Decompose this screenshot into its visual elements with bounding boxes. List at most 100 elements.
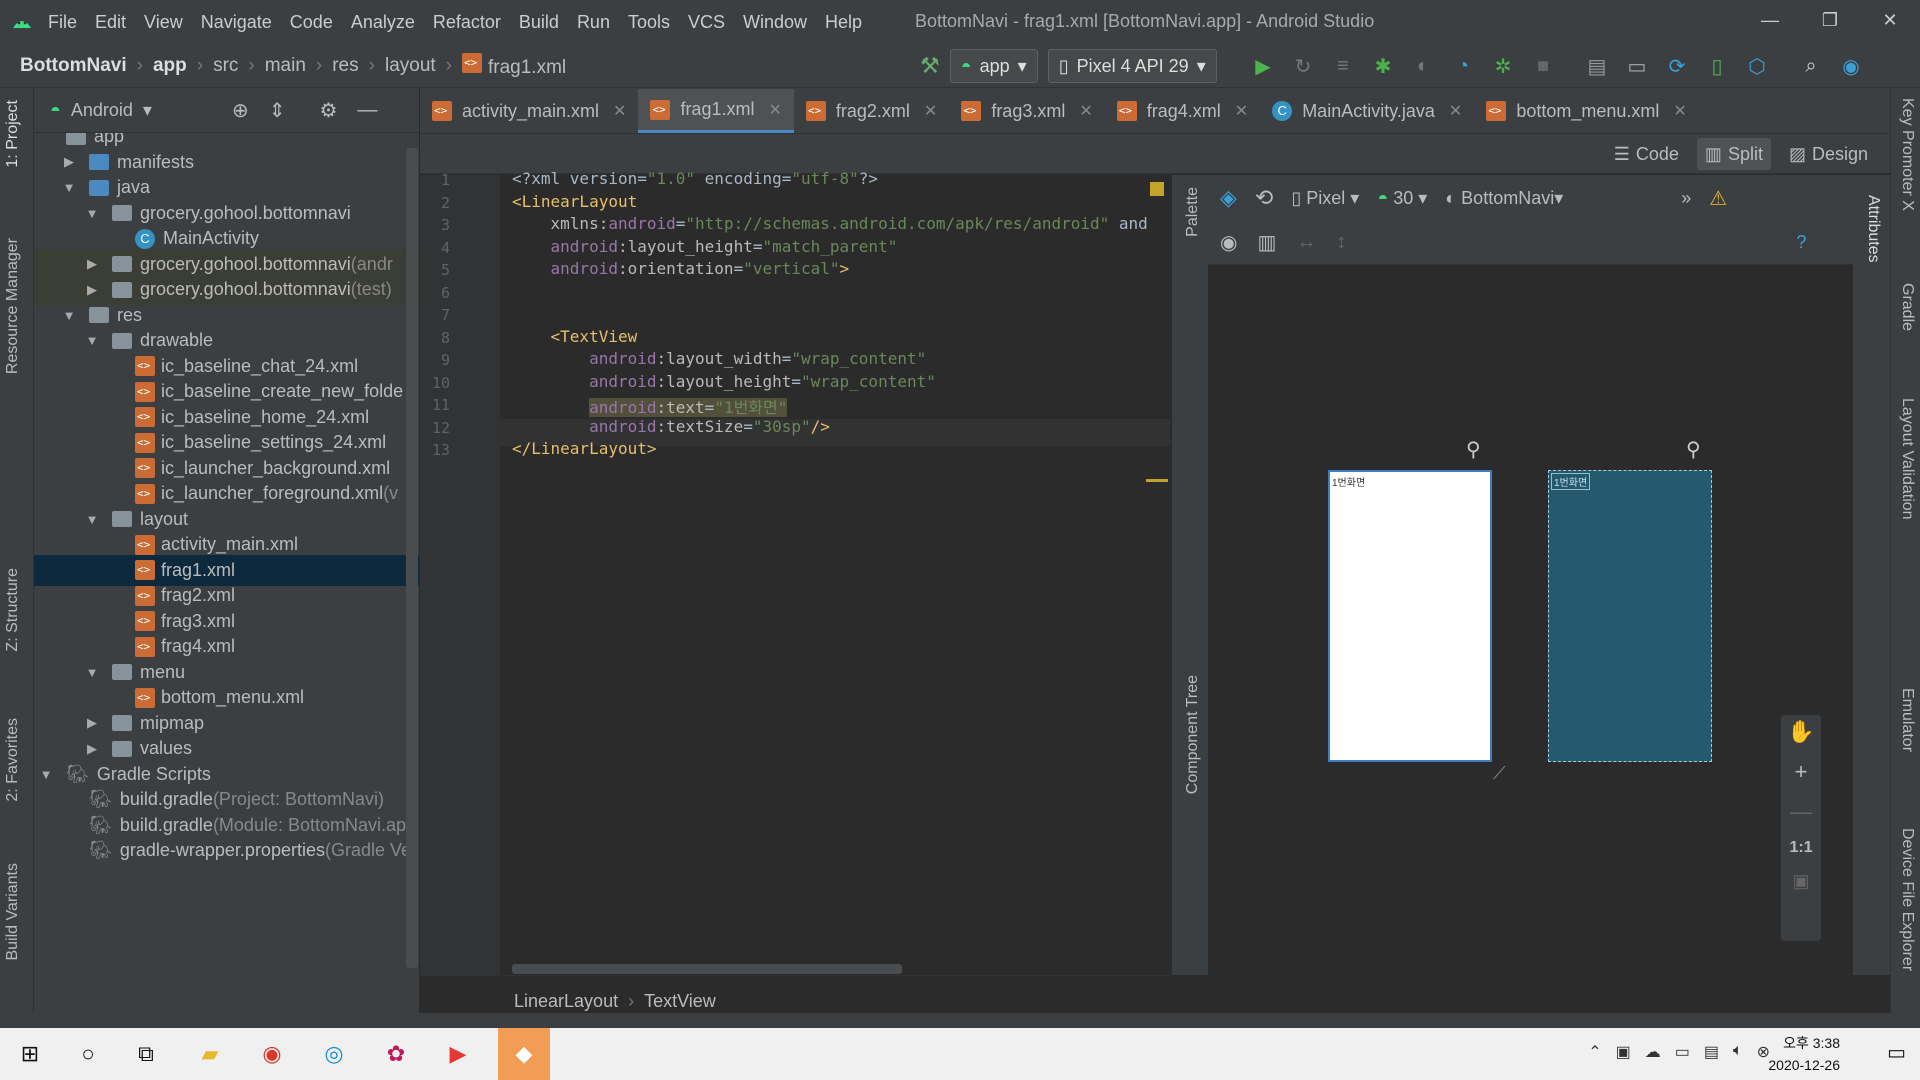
expanded-arrow-icon[interactable]: ▼ (38, 767, 54, 782)
tool-tab-project[interactable]: 1: Project (4, 100, 22, 168)
zoom-actual-size[interactable]: 1:1 (1789, 839, 1812, 857)
locate-icon[interactable]: ⊕ (232, 98, 249, 123)
close-tab-icon[interactable]: ✕ (1673, 101, 1686, 121)
warning-marker-icon[interactable] (1150, 182, 1164, 196)
resize-handle-icon[interactable]: ⟋ (1493, 763, 1506, 784)
zoom-out-icon[interactable]: — (1790, 799, 1812, 825)
palette-tab[interactable]: Palette (1184, 187, 1202, 237)
more-icon[interactable]: » (1681, 188, 1691, 209)
code-line[interactable]: <TextView (512, 327, 638, 346)
zoom-in-icon[interactable]: + (1795, 759, 1808, 785)
orientation-icon[interactable]: ⟲ (1255, 185, 1273, 211)
preview-textview[interactable]: 1번화면 (1332, 474, 1365, 489)
crumb-textview[interactable]: TextView (644, 991, 716, 1012)
editor-horizontal-scrollbar[interactable] (512, 964, 902, 974)
horizontal-resize-icon[interactable]: ↔ (1296, 231, 1316, 254)
api-select[interactable]: ◓ 30 ▾ (1377, 188, 1427, 209)
tray-icon[interactable]: ▣ (1616, 1042, 1631, 1062)
code-line[interactable]: </LinearLayout> (512, 439, 657, 458)
editor-tab[interactable]: frag2.xml ✕ (794, 89, 949, 133)
notification-icon[interactable]: ▭ (1887, 1040, 1906, 1065)
windows-start-icon[interactable]: ⊞ (12, 1036, 48, 1072)
network-icon[interactable]: ▤ (1704, 1042, 1719, 1062)
crumb-linearlayout[interactable]: LinearLayout (514, 991, 618, 1012)
gear-icon[interactable]: ⚙ (320, 98, 338, 123)
pin-icon[interactable]: ⚲ (1686, 437, 1701, 462)
onedrive-icon[interactable]: ☁ (1645, 1042, 1661, 1062)
emulator-window-icon[interactable]: ▭ (1624, 53, 1650, 79)
apply-changes-icon[interactable]: ≡ (1330, 53, 1356, 79)
close-tab-icon[interactable]: ✕ (1079, 101, 1092, 121)
expanded-arrow-icon[interactable]: ▼ (84, 333, 100, 348)
editor-tab[interactable]: activity_main.xml ✕ (420, 89, 638, 133)
tool-tab-build-variants[interactable]: Build Variants (4, 863, 22, 961)
rerun-icon[interactable]: ↻ (1290, 53, 1316, 79)
close-tab-icon[interactable]: ✕ (1235, 101, 1248, 121)
android-studio-taskbar-icon[interactable]: ◆ (498, 1028, 550, 1080)
breadcrumb-item[interactable]: app (153, 55, 187, 77)
tree-item[interactable]: 🐘︎ gradle-wrapper.properties (Gradle Ve (34, 835, 419, 866)
file-explorer-icon[interactable]: ▰ (192, 1036, 228, 1072)
editor-tab[interactable]: C MainActivity.java ✕ (1260, 89, 1474, 133)
eye-icon[interactable]: ◉ (1220, 230, 1237, 255)
expanded-arrow-icon[interactable]: ▼ (84, 512, 100, 527)
project-structure-icon[interactable]: ▤ (1584, 53, 1610, 79)
code-line[interactable]: android:orientation="vertical"> (512, 259, 850, 278)
stop-icon[interactable]: ■ (1530, 53, 1556, 79)
code-editor[interactable]: 1 2 3 4 5 6 7 8 9 10 11 12 13 <?xml version="1.0" en… (420, 169, 1170, 975)
profile-icon[interactable]: ◐ (1410, 53, 1436, 79)
debug-icon[interactable]: ✱ (1370, 53, 1396, 79)
component-tree-tab[interactable]: Component Tree (1184, 675, 1202, 794)
breadcrumb-item[interactable]: BottomNavi (20, 55, 127, 77)
tool-tab-structure[interactable]: Z: Structure (4, 568, 22, 652)
tool-tab-key-promoter[interactable]: Key Promoter X (1898, 98, 1916, 211)
menu-item-build[interactable]: Build (519, 12, 559, 33)
code-line[interactable]: android:layout_height="wrap_content" (512, 372, 936, 391)
device-select[interactable]: ▯ Pixel 4 API 29 ▾ (1047, 49, 1217, 83)
task-view-icon[interactable]: ⧉ (128, 1036, 164, 1072)
menu-item-edit[interactable]: Edit (95, 12, 126, 33)
warning-icon[interactable]: ⚠ (1709, 186, 1727, 211)
chrome-icon[interactable]: ◉ (254, 1036, 290, 1072)
sync-gradle-icon[interactable]: ⟳ (1664, 53, 1690, 79)
breadcrumb-item[interactable]: src (213, 55, 238, 77)
code-line[interactable]: android:text="1번화면" (512, 394, 788, 418)
collapsed-arrow-icon[interactable]: ▶ (84, 282, 100, 298)
hide-panel-icon[interactable]: — (357, 99, 377, 122)
menu-item-help[interactable]: Help (825, 12, 862, 33)
expanded-arrow-icon[interactable]: ▼ (61, 180, 77, 195)
avd-manager-icon[interactable]: ▯ (1704, 53, 1730, 79)
design-preview[interactable]: 1번화면 (1328, 470, 1492, 762)
breadcrumb-item[interactable]: main (265, 55, 306, 77)
account-icon[interactable]: ◉ (1838, 53, 1864, 79)
menu-item-navigate[interactable]: Navigate (201, 12, 272, 33)
close-tab-icon[interactable]: ✕ (768, 100, 781, 120)
breadcrumb-item[interactable]: layout (385, 55, 436, 77)
collapsed-arrow-icon[interactable]: ▶ (84, 741, 100, 757)
tool-tab-gradle[interactable]: Gradle (1898, 283, 1916, 331)
tool-tab-emulator[interactable]: Emulator (1898, 688, 1916, 752)
code-line[interactable]: android:layout_height="match_parent" (512, 237, 898, 256)
pin-icon[interactable]: ⚲ (1466, 437, 1481, 462)
theme-select[interactable]: ◐ BottomNavi▾ (1445, 188, 1563, 209)
menu-item-refactor[interactable]: Refactor (433, 12, 501, 33)
clock[interactable]: 오후 3:38 2020-12-26 (1768, 1032, 1840, 1076)
close-tab-icon[interactable]: ✕ (924, 101, 937, 121)
expanded-arrow-icon[interactable]: ▼ (84, 206, 100, 221)
code-line[interactable]: <?xml version="1.0" encoding="utf-8"?> (512, 169, 878, 188)
breadcrumb-item[interactable]: frag1.xml (462, 53, 566, 79)
expanded-arrow-icon[interactable]: ▼ (84, 665, 100, 680)
editor-tab[interactable]: frag1.xml ✕ (638, 89, 794, 133)
collapsed-arrow-icon[interactable]: ▶ (61, 154, 77, 170)
close-tab-icon[interactable]: ✕ (1449, 101, 1462, 121)
mode-split-button[interactable]: ▥ Split (1696, 138, 1771, 170)
chevron-down-icon[interactable]: ▾ (143, 100, 152, 121)
run-icon[interactable]: ▶ (1250, 53, 1276, 79)
tool-tab-favorites[interactable]: 2: Favorites (4, 718, 22, 802)
project-scrollbar[interactable] (406, 148, 418, 968)
attach-debugger-icon[interactable]: ✲ (1490, 53, 1516, 79)
tool-tab-layout-validation[interactable]: Layout Validation (1898, 398, 1916, 520)
close-icon[interactable]: ✕ (1860, 0, 1920, 40)
attributes-tab[interactable]: Attributes (1864, 195, 1882, 263)
expanded-arrow-icon[interactable]: ▼ (61, 308, 77, 323)
